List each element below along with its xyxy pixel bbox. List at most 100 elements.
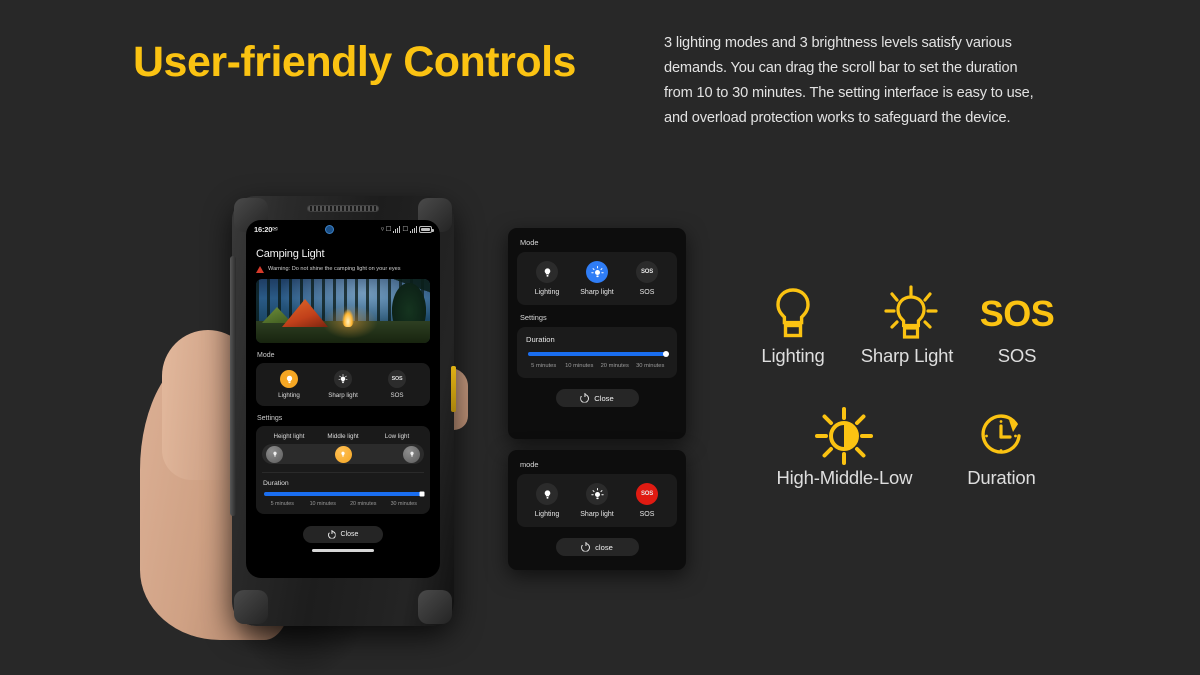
- panel-mode-button-sos[interactable]: SOS SOS: [622, 261, 672, 296]
- phone-device: 16:20 ✉ ▿ ☐ ☐ Camping Light Warning: Do …: [230, 196, 456, 626]
- phone-screen: 16:20 ✉ ▿ ☐ ☐ Camping Light Warning: Do …: [246, 220, 440, 578]
- brightness-knob-low[interactable]: [403, 445, 420, 463]
- panel-mode-card: Lighting Sharp light SOS SOS: [517, 252, 677, 305]
- phone-side-rail: [230, 256, 236, 516]
- settings-section-label: Settings: [257, 415, 283, 422]
- panel-duration-slider[interactable]: [528, 351, 669, 357]
- legend-label: Lighting: [761, 345, 825, 366]
- legend-row-2: High-Middle-Low Duration: [738, 405, 1068, 489]
- brightness-label-middle: Middle light: [327, 433, 359, 440]
- panel-settings-label: Settings: [520, 313, 547, 322]
- sos-icon: SOS: [636, 261, 658, 283]
- signal-bars-icon: [409, 225, 417, 233]
- panel-duration-tick: 5 minutes: [531, 363, 557, 369]
- legend-item-sos: SOS SOS: [966, 283, 1068, 367]
- panel-mode-label-text: SOS: [639, 289, 655, 296]
- panel-close-label: close: [595, 542, 613, 552]
- panel-mode-label-text: SOS: [639, 511, 655, 518]
- close-button[interactable]: Close: [303, 526, 383, 543]
- legend-item-brightness: High-Middle-Low: [754, 405, 935, 489]
- legend-row-1: Lighting Sharp Light SOS SOS: [738, 283, 1068, 367]
- floating-panel-sos: mode Lighting Sharp light SOS SOS close: [508, 450, 686, 570]
- sos-text-icon: SOS: [980, 283, 1055, 345]
- power-icon: [327, 529, 336, 539]
- duration-tick: 30 minutes: [390, 501, 417, 507]
- camping-hero-image: [256, 279, 430, 343]
- mode-label: Sharp light: [328, 392, 358, 399]
- phone-corner-bumper: [234, 590, 268, 624]
- duration-slider[interactable]: [264, 491, 425, 497]
- brightness-label-high: Height light: [273, 433, 305, 440]
- panel-close-label: Close: [594, 393, 614, 403]
- page-title: User-friendly Controls: [133, 38, 576, 86]
- status-indicator-dot: [324, 224, 334, 234]
- mode-label: Lighting: [278, 392, 300, 399]
- panel-duration-tick: 10 minutes: [565, 363, 594, 369]
- bulb-rays-icon: [586, 261, 608, 283]
- panel-duration-ticks: 5 minutes 10 minutes 20 minutes 30 minut…: [526, 363, 668, 369]
- sos-glyph: SOS: [979, 293, 1055, 334]
- panel-mode-button-lighting[interactable]: Lighting: [522, 261, 572, 296]
- panel-duration-tick: 30 minutes: [636, 363, 665, 369]
- brightness-track[interactable]: [262, 444, 424, 464]
- panel-close-button[interactable]: Close: [555, 389, 639, 407]
- duration-label: Duration: [263, 480, 289, 487]
- slide-canvas: User-friendly Controls 3 lighting modes …: [0, 0, 1200, 675]
- mode-card: Lighting Sharp light SOS SOS: [256, 363, 430, 406]
- panel-duration-label: Duration: [526, 335, 555, 344]
- sim-icon: ☐: [402, 226, 408, 233]
- panel-duration-card: Duration 5 minutes 10 minutes 20 minutes…: [517, 327, 677, 378]
- intro-paragraph: 3 lighting modes and 3 brightness levels…: [664, 35, 1034, 126]
- mode-button-sos[interactable]: SOS SOS: [370, 370, 424, 399]
- divider: [262, 472, 424, 473]
- bulb-rays-icon: [876, 283, 938, 345]
- close-button-label: Close: [340, 531, 359, 538]
- wifi-icon: ▿: [380, 226, 384, 233]
- panel-duration-slider-handle[interactable]: [663, 351, 669, 357]
- bulb-icon: [536, 483, 558, 505]
- brightness-knob-middle[interactable]: [334, 445, 352, 463]
- clock-arrow-icon: [975, 405, 1027, 467]
- mode-button-sharp-light[interactable]: Sharp light: [316, 370, 370, 399]
- panel-mode-card: Lighting Sharp light SOS SOS: [517, 474, 677, 527]
- panel-mode-label: Mode: [520, 238, 539, 247]
- brightness-knob-high[interactable]: [266, 445, 283, 463]
- status-bar: 16:20 ✉ ▿ ☐ ☐: [246, 220, 440, 238]
- brightness-label-low: Low light: [384, 433, 410, 440]
- bulb-icon: [280, 370, 298, 388]
- brightness-half-sun-icon: [815, 405, 874, 467]
- legend-item-duration: Duration: [935, 405, 1068, 489]
- panel-mode-button-sos[interactable]: SOS SOS: [622, 483, 672, 518]
- power-icon: [581, 541, 591, 552]
- signal-bars-icon: [392, 225, 401, 233]
- mode-button-lighting[interactable]: Lighting: [262, 370, 316, 399]
- legend-label: High-Middle-Low: [776, 467, 913, 488]
- legend-item-lighting: Lighting: [738, 283, 848, 367]
- battery-icon: [419, 225, 434, 233]
- status-time: 16:20: [254, 224, 273, 234]
- app-title: Camping Light: [256, 248, 325, 260]
- panel-mode-label: mode: [520, 460, 539, 469]
- phone-yellow-button[interactable]: [451, 366, 456, 412]
- duration-slider-handle[interactable]: [419, 491, 425, 497]
- sos-icon: SOS: [388, 370, 406, 388]
- warning-text: Warning: Do not shine the camping light …: [268, 266, 401, 272]
- bulb-outline-icon: [768, 283, 818, 345]
- earpiece-speaker-grille: [307, 205, 379, 212]
- panel-mode-button-sharp-light[interactable]: Sharp light: [572, 261, 622, 296]
- panel-mode-button-lighting[interactable]: Lighting: [522, 483, 572, 518]
- panel-mode-label-text: Sharp light: [580, 511, 614, 518]
- panel-duration-tick: 20 minutes: [600, 363, 629, 369]
- mode-label: SOS: [390, 392, 404, 399]
- panel-mode-button-sharp-light[interactable]: Sharp light: [572, 483, 622, 518]
- home-indicator[interactable]: [312, 549, 374, 552]
- legend-label: Sharp Light: [860, 345, 954, 366]
- panel-mode-label-text: Lighting: [534, 289, 560, 296]
- warning-triangle-icon: [256, 266, 264, 273]
- feature-legend: Lighting Sharp Light SOS SOS High-Middle…: [738, 283, 1068, 489]
- floating-panel-sharp-light: Mode Lighting Sharp light SOS SOS Settin…: [508, 228, 686, 439]
- duration-ticks: 5 minutes 10 minutes 20 minutes 30 minut…: [262, 501, 424, 507]
- brightness-labels: Height light Middle light Low light: [262, 433, 424, 440]
- panel-close-button[interactable]: close: [555, 538, 639, 556]
- sos-icon: SOS: [636, 483, 658, 505]
